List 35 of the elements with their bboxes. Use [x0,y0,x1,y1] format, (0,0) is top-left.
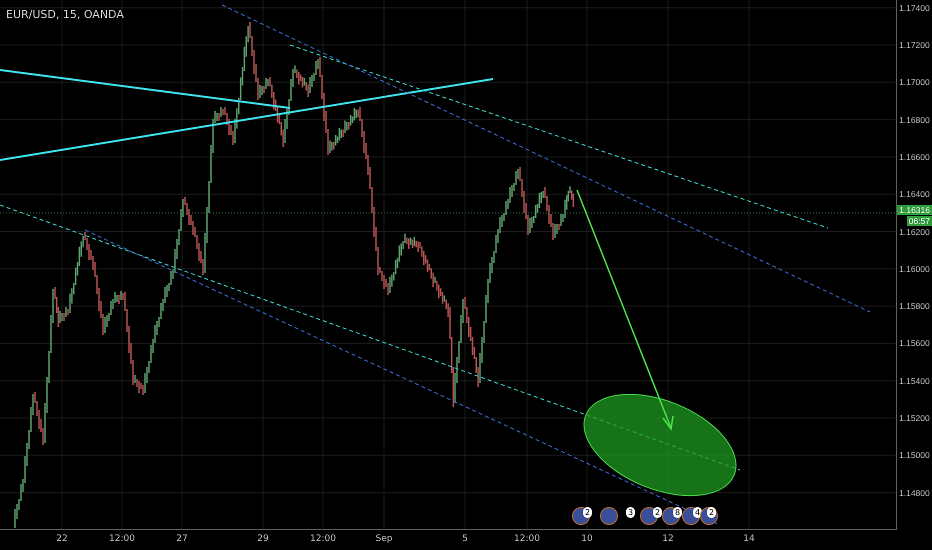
time-label: 29 [257,534,269,544]
time-label: 12 [662,534,674,544]
event-count: 2 [653,507,662,518]
time-label: 5 [462,534,468,544]
time-label: 10 [581,534,593,544]
event-count: 2 [583,507,592,518]
price-label: 1.16200 [899,226,930,236]
time-label: 12:00 [310,534,336,544]
event-flag-icon[interactable] [640,507,658,525]
time-label: 12:00 [109,534,135,544]
price-label: 1.17200 [899,40,930,50]
time-label: 14 [743,534,755,544]
time-label: 12:00 [514,534,540,544]
price-label: 1.16400 [899,189,930,200]
event-count: 4 [693,507,702,518]
price-label: 1.15800 [899,301,930,312]
price-label: 1.17400 [899,2,930,13]
price-label: 1.15400 [899,376,930,386]
price-label: 1.14800 [899,488,930,498]
price-label: 1.15200 [899,413,930,423]
price-label: 1.16800 [899,114,930,125]
price-label: 1.15600 [899,338,930,348]
chart-title: EUR/USD, 15, OANDA [6,8,124,21]
event-count: 8 [673,507,682,518]
event-count: 2 [707,507,716,518]
price-label: 1.16600 [899,152,930,162]
price-label: 1.15000 [899,450,930,460]
price-label: 1.17000 [899,77,930,88]
time-label: Sep [376,534,392,544]
event-count: 3 [626,507,636,518]
countdown-badge: 06:57 [906,216,932,226]
time-label: 27 [176,534,188,544]
last-price-badge: 1.16316 [897,205,932,215]
time-label: 22 [56,534,68,544]
price-label: 1.16000 [899,264,930,274]
